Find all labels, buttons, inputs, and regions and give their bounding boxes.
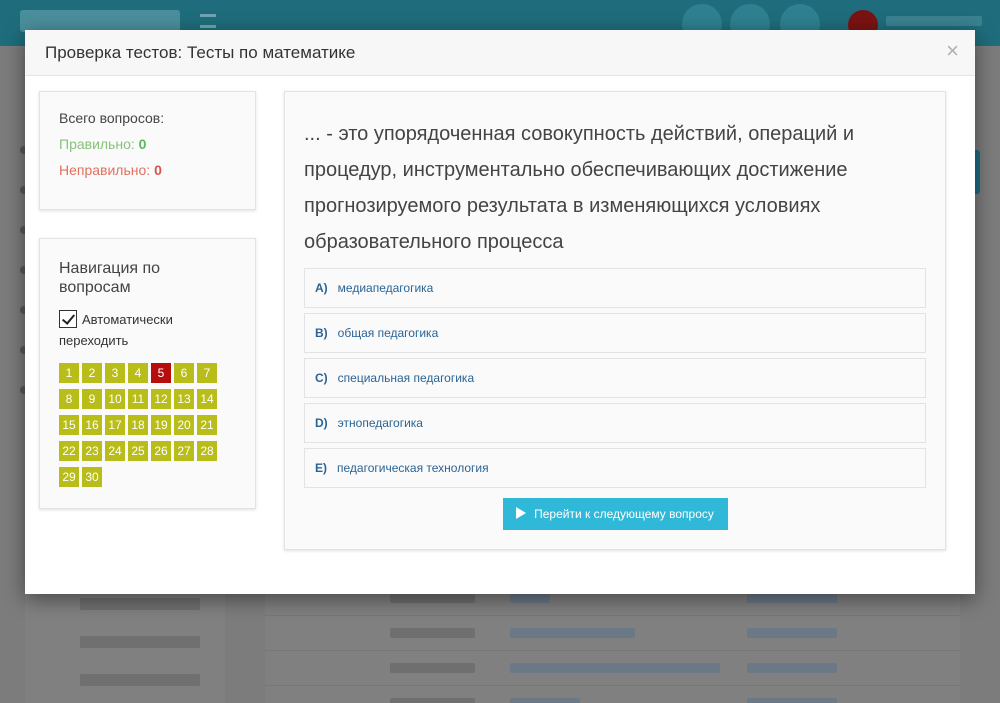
test-check-modal: Проверка тестов: Тесты по математике × В… — [25, 30, 975, 594]
answer-option[interactable]: C) специальная педагогика — [304, 358, 926, 398]
modal-header: Проверка тестов: Тесты по математике × — [25, 30, 975, 76]
question-nav-button[interactable]: 8 — [59, 389, 79, 409]
question-nav-button[interactable]: 22 — [59, 441, 79, 461]
wrong-value: 0 — [154, 162, 162, 178]
answer-text: общая педагогика — [337, 326, 439, 340]
background-table-row — [265, 685, 960, 703]
question-nav-button[interactable]: 11 — [128, 389, 148, 409]
question-nav-button[interactable]: 5 — [151, 363, 171, 383]
close-icon[interactable]: × — [946, 39, 959, 63]
question-nav-button[interactable]: 7 — [197, 363, 217, 383]
answer-option[interactable]: D) этнопедагогика — [304, 403, 926, 443]
answer-text: специальная педагогика — [337, 371, 475, 385]
answer-option[interactable]: B) общая педагогика — [304, 313, 926, 353]
question-nav-button[interactable]: 1 — [59, 363, 79, 383]
next-question-label: Перейти к следующему вопросу — [534, 507, 714, 521]
play-icon — [516, 507, 527, 519]
question-nav-button[interactable]: 18 — [128, 415, 148, 435]
answer-option[interactable]: E) педагогическая технология — [304, 448, 926, 488]
background-logo — [20, 10, 180, 32]
question-nav-button[interactable]: 25 — [128, 441, 148, 461]
question-nav-button[interactable]: 20 — [174, 415, 194, 435]
question-nav-button[interactable]: 26 — [151, 441, 171, 461]
answer-letter: E) — [315, 461, 327, 475]
total-questions-label: Всего вопросов: — [59, 110, 165, 126]
question-panel: ... - это упорядоченная совокупность дей… — [284, 91, 946, 550]
answer-text: этнопедагогика — [337, 416, 423, 430]
background-sidebar-item — [80, 636, 200, 648]
answer-letter: C) — [315, 371, 328, 385]
auto-advance-checkbox[interactable] — [59, 310, 77, 328]
background-table-row — [265, 615, 960, 650]
answer-list: A) медиапедагогика B) общая педагогика C) спе… — [304, 268, 926, 488]
next-question-button[interactable]: Перейти к следующему вопросу — [502, 498, 728, 530]
answer-text: медиапедагогика — [337, 281, 434, 295]
answer-letter: B) — [315, 326, 328, 340]
question-nav-button[interactable]: 15 — [59, 415, 79, 435]
navigation-title: Навигация по вопросам — [59, 260, 161, 296]
correct-value: 0 — [138, 136, 147, 152]
background-sidebar-item — [80, 598, 200, 610]
question-nav-button[interactable]: 24 — [105, 441, 125, 461]
question-nav-button[interactable]: 4 — [128, 363, 148, 383]
question-nav-button[interactable]: 9 — [82, 389, 102, 409]
question-navigation-panel: Навигация по вопросам Автоматически пере… — [39, 238, 256, 509]
question-nav-button[interactable]: 17 — [105, 415, 125, 435]
question-text: ... - это упорядоченная совокупность дей… — [304, 123, 855, 253]
question-nav-button[interactable]: 29 — [59, 467, 79, 487]
question-nav-button[interactable]: 23 — [82, 441, 102, 461]
question-nav-button[interactable]: 16 — [82, 415, 102, 435]
background-sidebar-item — [80, 674, 200, 686]
background-username — [886, 16, 982, 26]
background-table-row — [265, 650, 960, 685]
question-nav-button[interactable]: 12 — [151, 389, 171, 409]
answer-option[interactable]: A) медиапедагогика — [304, 268, 926, 308]
question-nav-button[interactable]: 3 — [105, 363, 125, 383]
stats-panel: Всего вопросов: Правильно: 0 Неправильно… — [39, 91, 256, 210]
wrong-label: Неправильно: — [59, 162, 151, 178]
correct-count: Правильно: 0 — [59, 136, 236, 153]
answer-text: педагогическая технология — [337, 461, 489, 475]
modal-title: Проверка тестов: Тесты по математике — [45, 43, 356, 62]
background-sidebar — [25, 580, 225, 703]
wrong-count: Неправильно: 0 — [59, 162, 236, 179]
question-nav-button[interactable]: 14 — [197, 389, 217, 409]
question-nav-button[interactable]: 2 — [82, 363, 102, 383]
answer-letter: D) — [315, 416, 328, 430]
question-number-grid: 1 2 3 4 5 6 7 8 9 10 11 12 13 14 15 16 17 18 19 20 21 22 23 24 2… — [59, 363, 239, 493]
answer-letter: A) — [315, 281, 328, 295]
question-nav-button[interactable]: 19 — [151, 415, 171, 435]
question-nav-button[interactable]: 27 — [174, 441, 194, 461]
question-nav-button[interactable]: 6 — [174, 363, 194, 383]
question-nav-button[interactable]: 30 — [82, 467, 102, 487]
correct-label: Правильно: — [59, 136, 135, 152]
question-nav-button[interactable]: 13 — [174, 389, 194, 409]
background-table — [265, 580, 960, 703]
background-menu-icon — [200, 14, 216, 28]
auto-advance-option: Автоматически переходить — [59, 309, 236, 351]
question-nav-button[interactable]: 21 — [197, 415, 217, 435]
question-nav-button[interactable]: 28 — [197, 441, 217, 461]
question-nav-button[interactable]: 10 — [105, 389, 125, 409]
